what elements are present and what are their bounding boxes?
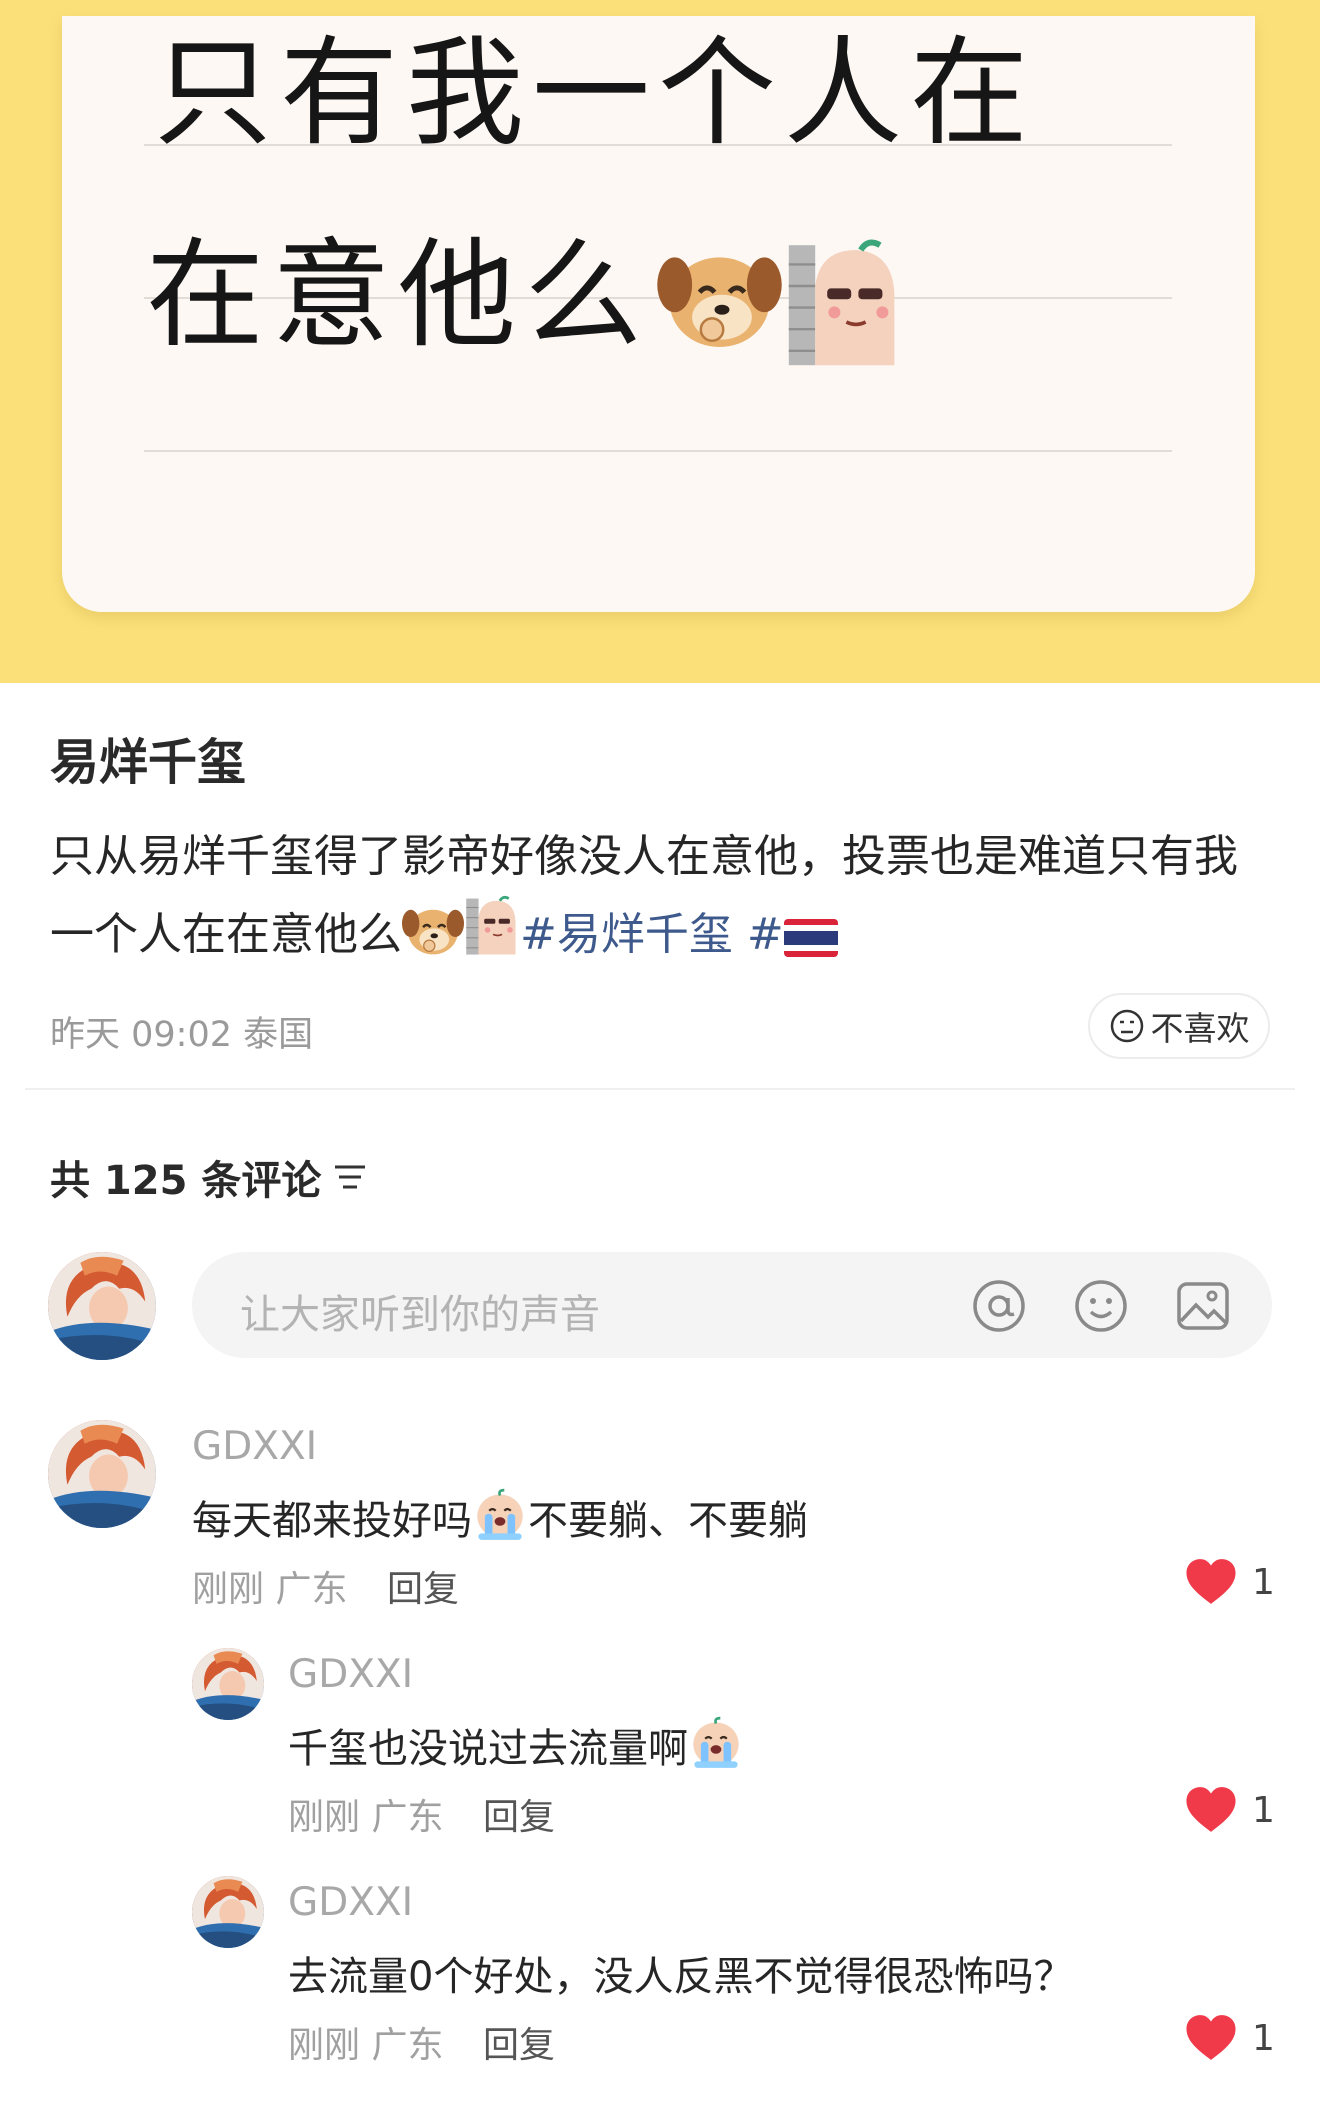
emoji-icon[interactable] xyxy=(1074,1279,1128,1333)
comment-text: 每天都来投好吗 不要躺、不要躺 xyxy=(192,1488,808,1546)
like-button[interactable]: 1 xyxy=(1184,2014,1275,2062)
like-button[interactable]: 1 xyxy=(1184,1558,1275,1606)
hashtag-link[interactable]: #易烊千玺 xyxy=(520,909,733,960)
dog-covering-mouth-icon xyxy=(657,240,782,352)
comment-text: 去流量0个好处，没人反黑不觉得很恐怖吗？ xyxy=(288,1954,1074,2000)
like-count: 1 xyxy=(1252,1561,1275,1603)
comment-text-part: 不要躺、不要躺 xyxy=(528,1498,808,1544)
comment-time: 刚刚 xyxy=(288,2025,361,2066)
post-meta: 昨天 09:02 泰国 xyxy=(50,1006,313,1057)
divider xyxy=(25,1088,1295,1090)
post-image-banner[interactable]: 只有我一个人在 在意他么 xyxy=(0,0,1320,683)
comment-meta: 刚刚 广东 xyxy=(288,2016,443,2068)
comment-text: 千玺也没说过去流量啊 xyxy=(288,1716,744,1774)
commenter-avatar[interactable] xyxy=(192,1876,264,1948)
note-card: 只有我一个人在 在意他么 xyxy=(62,16,1255,612)
comment-count: 共 125 条评论 xyxy=(50,1158,322,1204)
comment-location: 广东 xyxy=(371,1797,444,1838)
comment-text-part: 每天都来投好吗 xyxy=(192,1498,472,1544)
comment-input[interactable]: 让大家听到你的声音 xyxy=(192,1252,1272,1358)
peeking-bean-icon xyxy=(784,238,904,370)
post-location: 泰国 xyxy=(243,1015,314,1055)
like-count: 1 xyxy=(1252,1789,1275,1831)
like-button[interactable]: 1 xyxy=(1184,1786,1275,1834)
note-rule-line xyxy=(144,450,1172,452)
sort-filter-icon xyxy=(335,1165,366,1189)
crying-bean-icon xyxy=(688,1716,744,1770)
neutral-face-icon xyxy=(1110,1009,1143,1043)
current-user-avatar[interactable] xyxy=(48,1252,156,1360)
comment-username[interactable]: GDXXI xyxy=(288,1880,413,1925)
thailand-flag-icon xyxy=(783,919,838,957)
dislike-label: 不喜欢 xyxy=(1150,1009,1250,1048)
peeking-bean-icon xyxy=(464,895,520,957)
post-time: 昨天 09:02 xyxy=(50,1015,232,1055)
comment-sort-toggle[interactable]: 共 125 条评论 xyxy=(50,1148,369,1206)
heart-icon xyxy=(1184,1558,1238,1606)
comment-meta: 刚刚 广东 xyxy=(192,1560,347,1612)
crying-bean-icon xyxy=(472,1488,528,1542)
comment-location: 广东 xyxy=(275,1569,348,1610)
commenter-avatar[interactable] xyxy=(192,1648,264,1720)
comment-text-part: 千玺也没说过去流量啊 xyxy=(288,1726,688,1772)
comment-location: 广东 xyxy=(371,2025,444,2066)
note-line-2: 在意他么 xyxy=(146,226,651,364)
dislike-button[interactable]: 不喜欢 xyxy=(1088,993,1270,1059)
note-line-1: 只有我一个人在 xyxy=(154,24,1037,162)
comment-input-placeholder: 让大家听到你的声音 xyxy=(240,1292,600,1338)
post-author[interactable]: 易烊千玺 xyxy=(50,723,246,794)
comment-time: 刚刚 xyxy=(192,1569,265,1610)
comment-time: 刚刚 xyxy=(288,1797,361,1838)
heart-icon xyxy=(1184,1786,1238,1834)
at-icon[interactable] xyxy=(972,1279,1026,1333)
post-text: 只从易烊千玺得了影帝好像没人在意他，投票也是难道只有我一个人在在意他么 #易烊千玺… xyxy=(50,818,1280,973)
reply-button[interactable]: 回复 xyxy=(483,2016,555,2068)
commenter-avatar[interactable] xyxy=(48,1420,156,1528)
heart-icon xyxy=(1184,2014,1238,2062)
dog-covering-mouth-icon xyxy=(402,901,464,957)
comment-meta: 刚刚 广东 xyxy=(288,1788,443,1840)
reply-button[interactable]: 回复 xyxy=(483,1788,555,1840)
image-icon[interactable] xyxy=(1176,1279,1230,1333)
comment-username[interactable]: GDXXI xyxy=(192,1424,317,1469)
reply-button[interactable]: 回复 xyxy=(387,1560,459,1612)
hashtag-link[interactable]: # xyxy=(747,909,784,960)
like-count: 1 xyxy=(1252,2017,1275,2059)
comment-username[interactable]: GDXXI xyxy=(288,1652,413,1697)
